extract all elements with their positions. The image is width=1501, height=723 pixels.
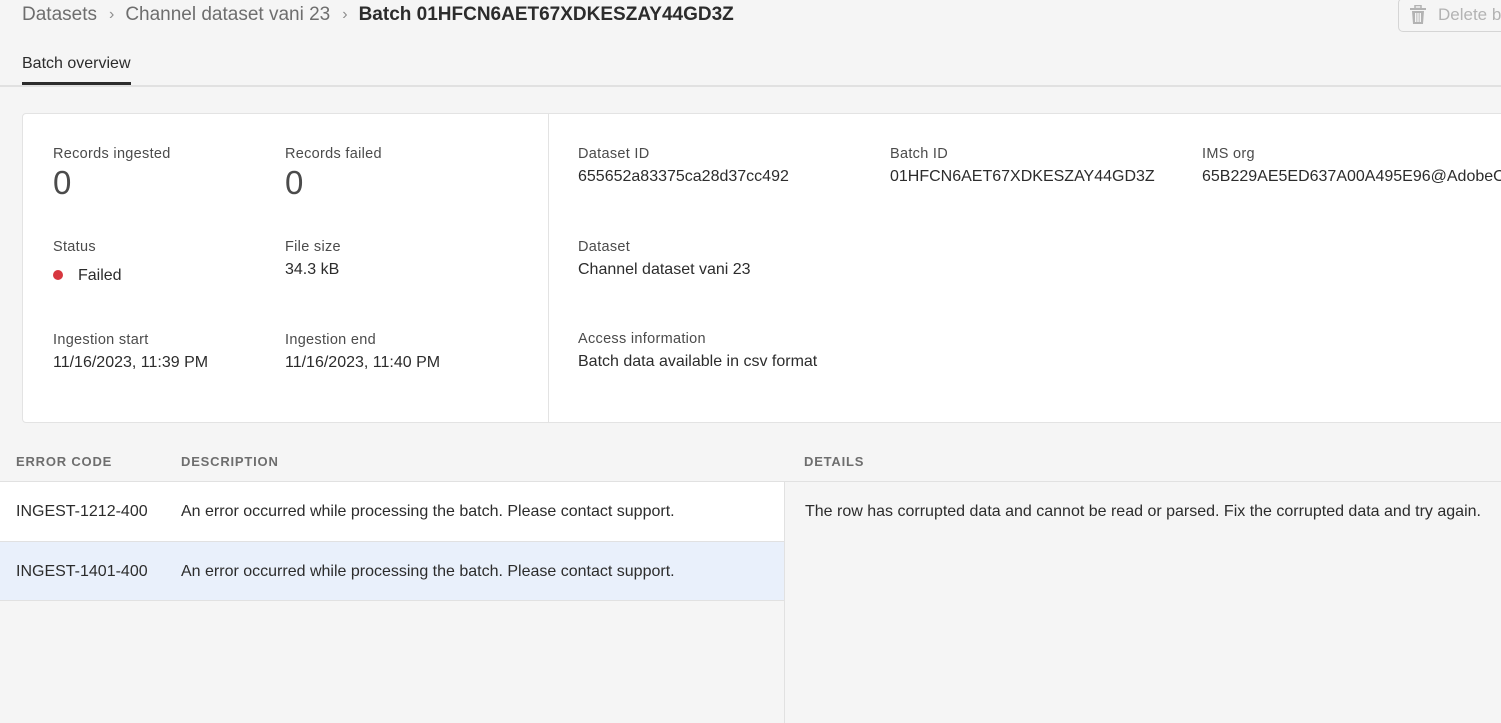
batch-summary-card: Records ingested 0 Records failed 0 Stat… [22,113,1501,423]
errors-table-body: INGEST-1212-400 An error occurred while … [0,481,785,601]
ingestion-start-value: 11/16/2023, 11:39 PM [53,354,209,371]
access-information-field: Access information Batch data available … [578,331,817,371]
batch-overview-page: Datasets › Channel dataset vani 23 › Bat… [0,0,1501,723]
records-failed-value: 0 [285,164,304,201]
ingestion-end-value: 11/16/2023, 11:40 PM [285,354,441,371]
trash-icon [1410,5,1426,24]
status-value: Failed [78,267,122,284]
ingestion-start-label: Ingestion start [53,332,149,348]
records-ingested-field: Records ingested 0 [53,146,171,202]
access-information-label: Access information [578,331,706,347]
batch-id-label: Batch ID [890,146,949,162]
dataset-id-value: 655652a83375ca28d37cc492 [578,168,789,185]
breadcrumb-dataset[interactable]: Channel dataset vani 23 [125,4,330,26]
chevron-right-icon: › [108,6,115,23]
column-header-error-code: ERROR CODE [16,454,113,469]
error-details-panel: The row has corrupted data and cannot be… [784,481,1501,723]
breadcrumb-datasets[interactable]: Datasets [22,4,97,26]
error-code-cell: INGEST-1212-400 [16,503,148,520]
page-title: Batch 01HFCN6AET67XDKESZAY44GD3Z [358,4,734,25]
access-information-value: Batch data available in csv format [578,353,818,370]
ims-org-label: IMS org [1202,146,1255,162]
table-row[interactable]: INGEST-1401-400 An error occurred while … [0,541,785,601]
ims-org-value: 65B229AE5ED637A00A495E96@AdobeOrg [1202,168,1501,185]
description-cell: An error occurred while processing the b… [181,503,675,520]
dataset-id-label: Dataset ID [578,146,650,162]
batch-id-field: Batch ID 01HFCN6AET67XDKESZAY44GD3Z [890,146,1155,186]
status-dot-icon [53,270,63,280]
status-indicator: Failed [53,267,122,285]
ingestion-start-field: Ingestion start 11/16/2023, 11:39 PM [53,332,208,372]
batch-id-value: 01HFCN6AET67XDKESZAY44GD3Z [890,168,1155,185]
records-ingested-label: Records ingested [53,146,171,162]
dataset-value: Channel dataset vani 23 [578,261,751,278]
dataset-field: Dataset Channel dataset vani 23 [578,239,751,279]
file-size-label: File size [285,239,341,255]
error-details-text: The row has corrupted data and cannot be… [805,503,1481,520]
description-cell: An error occurred while processing the b… [181,563,675,580]
column-header-details: DETAILS [804,454,865,469]
breadcrumb: Datasets › Channel dataset vani 23 › Bat… [22,3,734,27]
status-label: Status [53,239,96,255]
delete-batch-button[interactable]: Delete ba [1398,0,1501,32]
ingestion-end-field: Ingestion end 11/16/2023, 11:40 PM [285,332,440,372]
records-ingested-value: 0 [53,164,72,201]
ims-org-field: IMS org 65B229AE5ED637A00A495E96@AdobeOr… [1202,146,1501,186]
error-code-cell: INGEST-1401-400 [16,563,148,580]
tab-batch-overview[interactable]: Batch overview [22,55,131,85]
dataset-id-field: Dataset ID 655652a83375ca28d37cc492 [578,146,789,186]
records-failed-label: Records failed [285,146,382,162]
errors-table-header: ERROR CODE DESCRIPTION DETAILS [0,445,1501,481]
column-header-description: DESCRIPTION [181,454,279,469]
file-size-field: File size 34.3 kB [285,239,341,279]
tab-bar: Batch overview [0,46,1501,87]
ingestion-end-label: Ingestion end [285,332,376,348]
table-row[interactable]: INGEST-1212-400 An error occurred while … [0,481,785,541]
file-size-value: 34.3 kB [285,261,340,278]
status-field: Status Failed [53,239,122,285]
records-failed-field: Records failed 0 [285,146,382,202]
card-divider [548,114,549,422]
delete-button-label: Delete ba [1438,5,1501,24]
chevron-right-icon: › [342,6,348,23]
dataset-label: Dataset [578,239,631,255]
